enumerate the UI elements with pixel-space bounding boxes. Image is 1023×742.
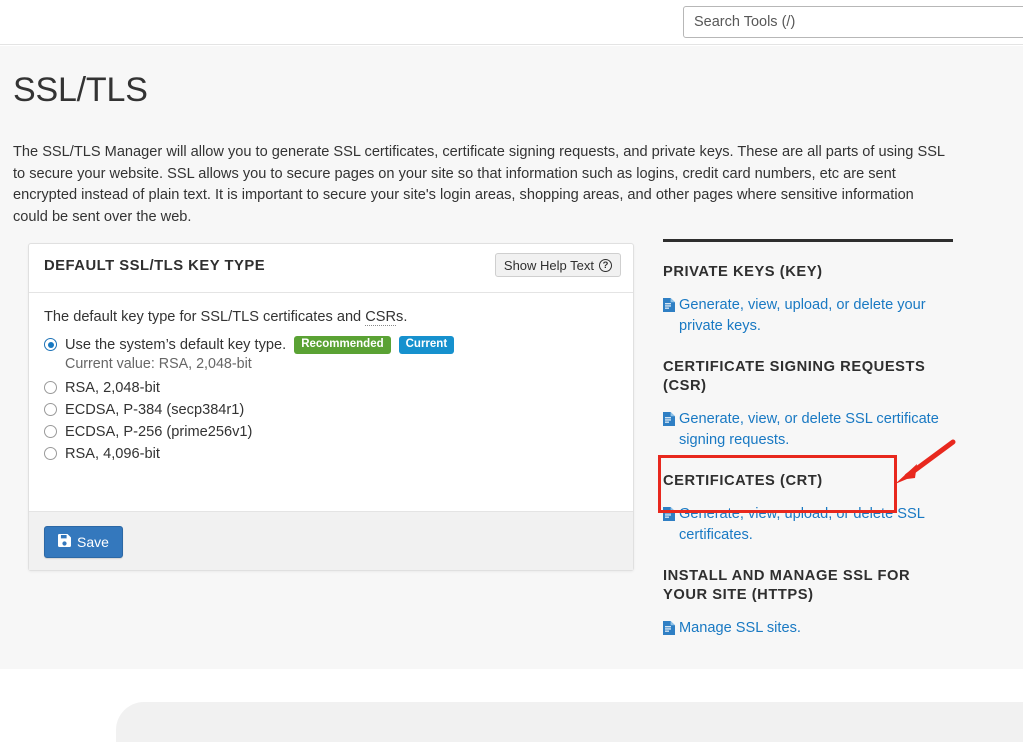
key-type-radio-group: Use the system’s default key type. Recomm… [44, 334, 618, 464]
sidebar-sections: PRIVATE KEYS (KEY) Generate, view, upload… [663, 263, 953, 639]
sidebar-section-link[interactable]: Generate, view, upload, or delete your p… [663, 295, 953, 336]
key-type-option-1[interactable]: RSA, 2,048-bit [44, 377, 618, 398]
show-help-text-label: Show Help Text [503, 257, 594, 273]
top-header-bar [0, 0, 1023, 45]
key-type-option-label[interactable]: RSA, 4,096-bit [65, 446, 160, 462]
key-type-option-4[interactable]: RSA, 4,096-bit [44, 443, 618, 464]
card-description-prefix: The default key type for SSL/TLS certifi… [44, 309, 366, 325]
ssl-tools-sidebar: PRIVATE KEYS (KEY) Generate, view, upload… [663, 239, 953, 661]
sidebar-section-link[interactable]: Manage SSL sites. [663, 618, 953, 639]
sidebar-section-link-label: Manage SSL sites. [679, 620, 801, 636]
current-value-text: Current value: RSA, 2,048-bit [65, 356, 252, 372]
key-type-option-3[interactable]: ECDSA, P-256 (prime256v1) [44, 421, 618, 442]
sidebar-section-title: INSTALL AND MANAGE SSL FOR YOUR SITE (HT… [663, 568, 911, 603]
card-footer: Save [29, 511, 633, 570]
key-type-option-2[interactable]: ECDSA, P-384 (secp384r1) [44, 399, 618, 420]
floppy-disk-icon [58, 534, 71, 550]
sidebar-section-link[interactable]: Generate, view, or delete SSL certificat… [663, 409, 953, 450]
sidebar-section-link-label: Generate, view, or delete SSL certificat… [679, 411, 939, 448]
status-badge: Current [398, 335, 455, 354]
radio-button[interactable] [44, 381, 57, 394]
search-input[interactable] [683, 6, 1023, 38]
key-type-option-label[interactable]: RSA, 2,048-bit [65, 380, 160, 396]
sidebar-section-title: CERTIFICATE SIGNING REQUESTS (CSR) [663, 359, 926, 394]
page-description: The SSL/TLS Manager will allow you to ge… [13, 144, 945, 225]
key-type-option-label[interactable]: Use the system’s default key type. [65, 337, 286, 353]
sidebar-section-2: CERTIFICATES (CRT) Generate, view, upload… [663, 472, 953, 545]
radio-button[interactable] [44, 425, 57, 438]
page-title: SSL/TLS [13, 71, 148, 109]
sidebar-section-title: PRIVATE KEYS (KEY) [663, 264, 823, 280]
save-button-label: Save [77, 534, 109, 550]
sidebar-section-link-label: Generate, view, upload, or delete SSL ce… [679, 506, 925, 543]
key-type-option-0[interactable]: Use the system’s default key type. Recomm… [44, 334, 618, 355]
sidebar-section-title: CERTIFICATES (CRT) [663, 473, 823, 489]
status-badge: Recommended [294, 335, 391, 354]
radio-button[interactable] [44, 447, 57, 460]
footer-panel-edge [116, 702, 1023, 742]
sidebar-divider [663, 239, 953, 242]
default-key-type-card: DEFAULT SSL/TLS KEY TYPE Show Help Text … [28, 243, 634, 571]
sidebar-section-0: PRIVATE KEYS (KEY) Generate, view, upload… [663, 263, 953, 336]
sidebar-section-1: CERTIFICATE SIGNING REQUESTS (CSR) Genera… [663, 358, 953, 450]
page-content: SSL/TLS The SSL/TLS Manager will allow y… [0, 46, 1023, 742]
show-help-text-button[interactable]: Show Help Text ? [494, 253, 621, 277]
sidebar-section-link-label: Generate, view, upload, or delete your p… [679, 297, 926, 334]
key-type-option-label[interactable]: ECDSA, P-256 (prime256v1) [65, 424, 252, 440]
save-button[interactable]: Save [44, 526, 123, 558]
card-body: The default key type for SSL/TLS certifi… [29, 293, 633, 511]
card-title: DEFAULT SSL/TLS KEY TYPE [44, 258, 266, 274]
card-header: DEFAULT SSL/TLS KEY TYPE Show Help Text … [29, 244, 633, 293]
question-circle-icon: ? [599, 258, 612, 272]
key-type-option-label[interactable]: ECDSA, P-384 (secp384r1) [65, 402, 244, 418]
radio-button[interactable] [44, 403, 57, 416]
sidebar-section-3: INSTALL AND MANAGE SSL FOR YOUR SITE (HT… [663, 567, 953, 639]
radio-button[interactable] [44, 338, 57, 351]
card-description-suffix: s. [396, 309, 408, 325]
card-description: The default key type for SSL/TLS certifi… [44, 309, 618, 326]
sidebar-section-link[interactable]: Generate, view, upload, or delete SSL ce… [663, 504, 953, 545]
csr-abbreviation: CSR [365, 309, 397, 326]
